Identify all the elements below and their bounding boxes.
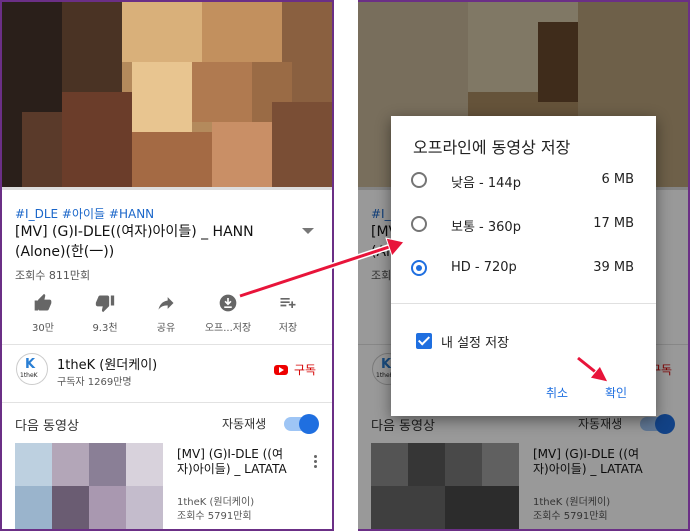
option-size: 17 MB	[593, 216, 634, 231]
download-icon	[198, 292, 258, 314]
subscribe-button[interactable]: 구독	[274, 361, 316, 378]
share-icon	[136, 292, 196, 314]
radio-button[interactable]	[411, 172, 427, 188]
ok-button[interactable]: 확인	[605, 384, 627, 401]
chevron-down-icon[interactable]	[302, 228, 314, 234]
quality-option-hd[interactable]: HD - 720p 39 MB	[391, 252, 656, 286]
radio-button[interactable]	[411, 216, 427, 232]
divider	[2, 402, 332, 403]
radio-button-selected[interactable]	[411, 260, 427, 276]
view-count: 조회수 811만회	[15, 269, 91, 282]
channel-name[interactable]: 1theK (원더케이)	[57, 354, 157, 373]
save-label: 저장	[278, 323, 298, 334]
option-label: 낮음 - 144p	[451, 176, 521, 191]
logo-subtext: 1theK	[20, 372, 38, 379]
hashtags[interactable]: #I_DLE #아이들 #HANN	[15, 205, 154, 222]
save-to-playlist-button[interactable]: 저장	[258, 292, 318, 334]
youtube-icon	[274, 364, 288, 375]
dialog-title: 오프라인에 동영상 저장	[413, 138, 571, 157]
up-next-header: 다음 동영상 자동재생	[2, 407, 332, 437]
quality-option-medium[interactable]: 보통 - 360p 17 MB	[391, 208, 656, 242]
option-size: 39 MB	[593, 260, 634, 275]
quality-option-low[interactable]: 낮음 - 144p 6 MB	[391, 164, 656, 198]
up-next-thumbnail[interactable]	[15, 443, 163, 529]
video-title: [MV] (G)I-DLE((여자)아이들) _ HANN (Alone)(한(…	[15, 224, 254, 260]
channel-row[interactable]: K 1theK 1theK (원더케이) 구독자 1269만명 구독	[2, 347, 332, 399]
up-next-title[interactable]: [MV] (G)I-DLE ((여자)아이들) _ LATATA	[177, 447, 297, 477]
like-button[interactable]: 30만	[13, 292, 73, 334]
more-options-icon[interactable]	[314, 455, 318, 470]
dialog-divider	[391, 303, 656, 304]
autoplay-label: 자동재생	[222, 417, 267, 431]
dislike-button[interactable]: 9.3천	[75, 292, 135, 334]
video-page-left: #I_DLE #아이들 #HANN [MV] (G)I-DLE((여자)아이들)…	[2, 2, 332, 529]
up-next-views: 조회수 5791만회	[177, 511, 252, 522]
remember-checkbox[interactable]	[416, 333, 432, 349]
up-next-label: 다음 동영상	[15, 419, 79, 434]
video-page-right: #I_DLE #아이들 #HANN [MV] (G)I-DLE((여자)아이들)…	[358, 2, 688, 529]
like-count: 30만	[32, 323, 54, 334]
channel-avatar[interactable]: K 1theK	[16, 353, 48, 385]
divider	[2, 344, 332, 345]
logo-letter: K	[25, 357, 36, 372]
cancel-button[interactable]: 취소	[546, 384, 568, 401]
offline-save-label: 오프...저장	[204, 323, 252, 334]
option-label: HD - 720p	[451, 260, 517, 275]
dislike-count: 9.3천	[92, 323, 118, 334]
option-size: 6 MB	[601, 172, 634, 187]
offline-save-button[interactable]: 오프...저장	[198, 292, 258, 334]
panel-separator	[332, 0, 358, 531]
video-progress-bar[interactable]	[2, 187, 332, 190]
up-next-channel: 1theK (원더케이)	[177, 497, 255, 508]
thumb-up-icon	[13, 292, 73, 314]
up-next-item[interactable]: [MV] (G)I-DLE ((여자)아이들) _ LATATA 1theK (…	[2, 443, 332, 529]
video-player[interactable]	[2, 2, 332, 188]
remember-label[interactable]: 내 설정 저장	[441, 332, 509, 351]
subscribe-label: 구독	[294, 363, 317, 377]
action-bar: 30만 9.3천 공유 오프...저장 저장	[2, 292, 332, 338]
share-button[interactable]: 공유	[136, 292, 196, 334]
up-next-meta: 1theK (원더케이) 조회수 5791만회	[177, 496, 254, 524]
playlist-add-icon	[258, 292, 318, 314]
subscriber-count: 구독자 1269만명	[57, 377, 132, 388]
offline-save-dialog: 오프라인에 동영상 저장 낮음 - 144p 6 MB 보통 - 360p 17…	[391, 116, 656, 416]
share-label: 공유	[156, 323, 176, 334]
option-label: 보통 - 360p	[451, 220, 521, 235]
autoplay-toggle[interactable]	[284, 414, 319, 434]
thumb-down-icon	[75, 292, 135, 314]
